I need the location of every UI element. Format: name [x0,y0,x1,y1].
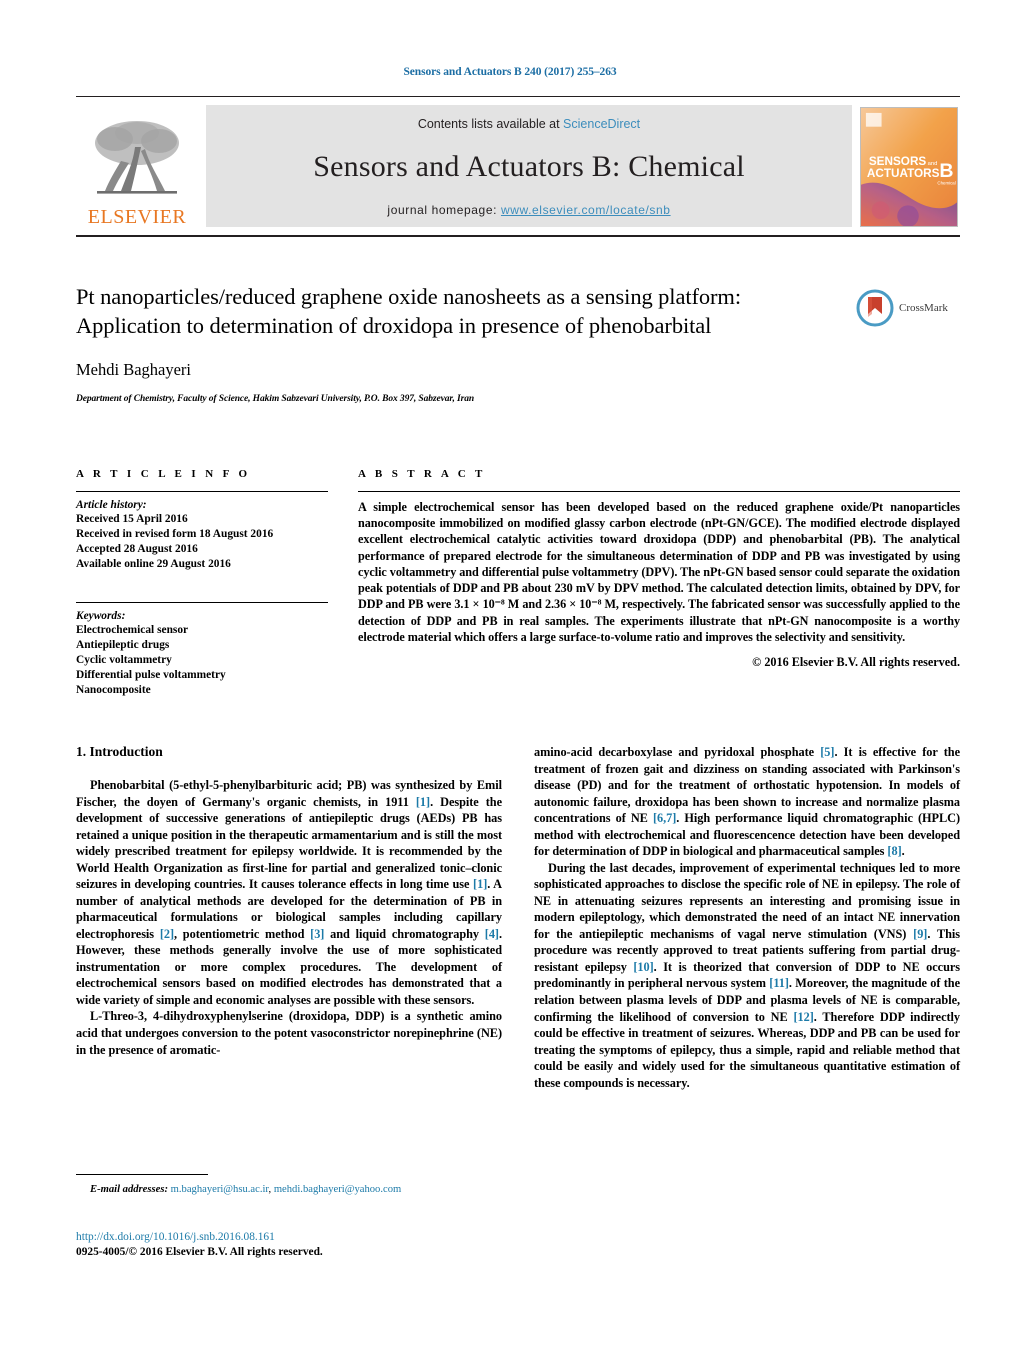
history-item: Available online 29 August 2016 [76,558,231,571]
elsevier-logo: ELSEVIER [76,101,198,235]
homepage-prefix: journal homepage: [387,203,501,217]
citation-ref[interactable]: [5] [820,745,834,759]
citation-ref[interactable]: [6,7] [653,811,676,825]
body-columns: 1. Introduction Phenobarbital (5-ethyl-5… [76,744,960,1091]
body-column-right: amino-acid decarboxylase and pyridoxal p… [534,744,960,1091]
abstract-heading: A B S T R A C T [358,468,486,480]
paragraph: amino-acid decarboxylase and pyridoxal p… [534,745,961,859]
history-item: Received 15 April 2016 [76,513,188,525]
doi-block: http://dx.doi.org/10.1016/j.snb.2016.08.… [76,1230,576,1261]
citation-ref[interactable]: [2] [160,927,174,941]
paragraph: During the last decades, improvement of … [534,860,961,1090]
divider [76,491,328,492]
abstract-text: A simple electrochemical sensor has been… [358,500,960,644]
footnote-divider [76,1174,208,1175]
keyword-item: Differential pulse voltammetry [76,669,226,682]
email-label: E-mail addresses: [90,1184,168,1195]
svg-text:ACTUATORS: ACTUATORS [867,167,940,180]
crossmark-badge[interactable]: CrossMark [856,288,960,328]
sciencedirect-link[interactable]: ScienceDirect [563,117,640,131]
contents-available-line: Contents lists available at ScienceDirec… [418,117,640,131]
citation-ref[interactable]: [1] [473,877,487,891]
keyword-item: Electrochemical sensor [76,624,189,637]
svg-text:Chemical: Chemical [937,181,955,186]
article-history-label: Article history: [76,499,147,511]
citation-ref[interactable]: [9] [913,927,927,941]
svg-text:B: B [939,160,953,182]
keyword-item: Nanocomposite [76,684,151,697]
journal-band: Contents lists available at ScienceDirec… [206,105,852,227]
issn-copyright-line: 0925-4005/© 2016 Elsevier B.V. All right… [76,1246,323,1259]
article-page: Sensors and Actuators B 240 (2017) 255–2… [0,0,1020,1351]
elsevier-tree-icon [91,117,183,205]
paragraph: Phenobarbital (5-ethyl-5-phenylbarbituri… [76,778,503,1007]
citation-ref[interactable]: [4] [485,927,499,941]
citation-ref[interactable]: [11] [769,976,789,990]
author-affiliation: Department of Chemistry, Faculty of Scie… [76,393,475,404]
abstract-section: A B S T R A C T A simple electrochemical… [358,468,960,670]
article-info-section: A R T I C L E I N F O Article history: R… [76,468,328,698]
abstract-copyright: © 2016 Elsevier B.V. All rights reserved… [752,654,960,669]
keywords-label: Keywords: [76,610,126,623]
citation-ref[interactable]: [1] [416,795,430,809]
email-addresses-line: E-mail addresses: m.baghayeri@hsu.ac.ir,… [76,1184,502,1195]
journal-masthead: ELSEVIER Contents lists available at Sci… [76,96,960,237]
body-column-left: 1. Introduction Phenobarbital (5-ethyl-5… [76,744,502,1091]
journal-homepage-link[interactable]: www.elsevier.com/locate/snb [501,203,671,217]
keyword-item: Cyclic voltammetry [76,654,172,667]
divider [358,491,960,492]
citation-ref[interactable]: [10] [633,960,653,974]
page-title: Pt nanoparticles/reduced graphene oxide … [76,284,741,338]
journal-homepage-line: journal homepage: www.elsevier.com/locat… [387,203,670,217]
paragraph: L-Threo-3, 4-dihydroxyphenylserine (drox… [76,1009,502,1057]
crossmark-label: CrossMark [899,302,948,314]
email-link-primary[interactable]: m.baghayeri@hsu.ac.ir [171,1184,269,1195]
citation-ref[interactable]: [12] [793,1010,813,1024]
title-block: Pt nanoparticles/reduced graphene oxide … [76,283,846,404]
doi-link[interactable]: http://dx.doi.org/10.1016/j.snb.2016.08.… [76,1230,576,1245]
citation-ref[interactable]: [3] [310,927,324,941]
history-item: Accepted 28 August 2016 [76,543,198,556]
author-list: Mehdi Baghayeri [76,359,192,379]
history-item: Received in revised form 18 August 2016 [76,528,274,541]
running-head: Sensors and Actuators B 240 (2017) 255–2… [403,66,617,78]
citation-ref[interactable]: [8] [887,844,901,858]
journal-cover-thumbnail: SENSORS and ACTUATORS B Chemical [860,107,958,227]
crossmark-icon [856,289,894,327]
keyword-item: Antiepileptic drugs [76,639,170,652]
email-link-secondary[interactable]: mehdi.baghayeri@yahoo.com [274,1184,401,1195]
elsevier-wordmark: ELSEVIER [87,206,187,228]
contents-prefix: Contents lists available at [417,117,564,131]
footnote-block: E-mail addresses: m.baghayeri@hsu.ac.ir,… [76,1174,502,1195]
section-heading-introduction: 1. Introduction [76,744,163,759]
divider [76,602,328,604]
journal-title: Sensors and Actuators B: Chemical [313,150,745,183]
article-info-heading: A R T I C L E I N F O [76,468,251,480]
